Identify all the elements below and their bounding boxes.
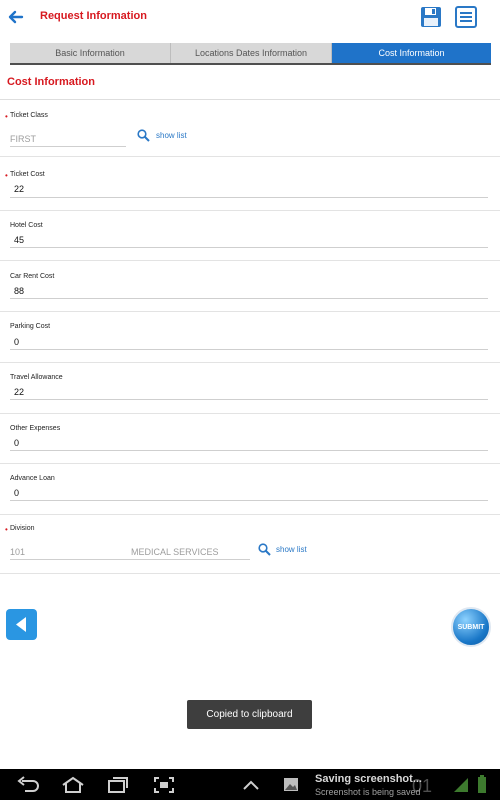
division-field: • Division 101 MEDICAL SERVICES show lis… bbox=[0, 515, 500, 574]
car-rent-cost-label: Car Rent Cost bbox=[10, 273, 55, 280]
ticket-class-input[interactable]: FIRST bbox=[10, 134, 36, 144]
division-show-list-link[interactable]: show list bbox=[276, 545, 307, 554]
car-rent-cost-field: Car Rent Cost 88 bbox=[0, 261, 500, 312]
travel-allowance-input[interactable]: 22 bbox=[14, 387, 24, 397]
ticket-class-field: • Ticket Class FIRST show list bbox=[0, 100, 500, 157]
advance-loan-input[interactable]: 0 bbox=[14, 488, 19, 498]
travel-allowance-label: Travel Allowance bbox=[10, 374, 63, 381]
division-name-input[interactable]: MEDICAL SERVICES bbox=[131, 547, 219, 557]
ticket-cost-input[interactable]: 22 bbox=[14, 184, 24, 194]
required-marker: • bbox=[5, 525, 8, 534]
menu-icon[interactable] bbox=[455, 6, 477, 28]
app-header: Request Information bbox=[0, 0, 500, 36]
section-title: Cost Information bbox=[7, 76, 95, 88]
input-underline bbox=[10, 500, 488, 501]
notification-title: Saving screenshot... bbox=[315, 773, 422, 785]
recent-apps-icon[interactable] bbox=[106, 775, 130, 795]
hotel-cost-input[interactable]: 45 bbox=[14, 235, 24, 245]
input-underline bbox=[10, 399, 488, 400]
required-marker: • bbox=[5, 112, 8, 121]
divider bbox=[0, 573, 500, 574]
ticket-cost-field: • Ticket Cost 22 bbox=[0, 157, 500, 211]
search-icon[interactable] bbox=[258, 543, 271, 556]
page-title: Request Information bbox=[40, 10, 147, 22]
required-marker: • bbox=[5, 171, 8, 180]
advance-loan-field: Advance Loan 0 bbox=[0, 464, 500, 515]
input-underline bbox=[10, 349, 488, 350]
input-underline bbox=[10, 197, 488, 198]
parking-cost-label: Parking Cost bbox=[10, 323, 51, 330]
input-underline bbox=[10, 146, 126, 147]
search-icon[interactable] bbox=[137, 129, 150, 142]
signal-icon bbox=[454, 778, 468, 792]
notification-subtitle: Screenshot is being saved bbox=[315, 787, 421, 797]
parking-cost-input[interactable]: 0 bbox=[14, 337, 19, 347]
hotel-cost-field: Hotel Cost 45 bbox=[0, 211, 500, 261]
previous-button[interactable] bbox=[6, 609, 37, 640]
input-underline bbox=[10, 247, 488, 248]
other-expenses-label: Other Expenses bbox=[10, 425, 61, 432]
back-arrow-icon[interactable] bbox=[7, 8, 25, 26]
tab-cost-information[interactable]: Cost Information bbox=[332, 43, 491, 63]
save-icon[interactable] bbox=[420, 6, 442, 28]
advance-loan-label: Advance Loan bbox=[10, 475, 55, 482]
submit-button[interactable]: SUBMIT bbox=[451, 607, 491, 647]
ticket-class-show-list-link[interactable]: show list bbox=[156, 131, 187, 140]
division-code-input[interactable]: 101 bbox=[10, 547, 25, 557]
tab-basic-information[interactable]: Basic Information bbox=[10, 43, 171, 63]
input-underline bbox=[10, 450, 488, 451]
back-icon[interactable] bbox=[16, 775, 40, 795]
triangle-left-icon bbox=[16, 617, 26, 632]
image-notification-icon bbox=[284, 778, 298, 791]
battery-icon bbox=[478, 775, 486, 793]
ticket-class-label: Ticket Class bbox=[10, 112, 48, 119]
travel-allowance-field: Travel Allowance 22 bbox=[0, 363, 500, 414]
screenshot-icon[interactable] bbox=[152, 775, 176, 795]
hotel-cost-label: Hotel Cost bbox=[10, 222, 43, 229]
car-rent-cost-input[interactable]: 88 bbox=[14, 286, 24, 296]
tab-bar: Basic Information Locations Dates Inform… bbox=[10, 43, 491, 65]
input-underline bbox=[10, 559, 250, 560]
home-icon[interactable] bbox=[60, 775, 86, 795]
division-label: Division bbox=[10, 525, 35, 532]
tab-locations-dates-information[interactable]: Locations Dates Information bbox=[171, 43, 332, 63]
ticket-cost-label: Ticket Cost bbox=[10, 171, 45, 178]
other-expenses-input[interactable]: 0 bbox=[14, 438, 19, 448]
input-underline bbox=[10, 298, 488, 299]
parking-cost-field: Parking Cost 0 bbox=[0, 312, 500, 363]
other-expenses-field: Other Expenses 0 bbox=[0, 414, 500, 464]
toast-message: Copied to clipboard bbox=[187, 700, 312, 729]
chevron-up-icon[interactable] bbox=[240, 775, 262, 795]
